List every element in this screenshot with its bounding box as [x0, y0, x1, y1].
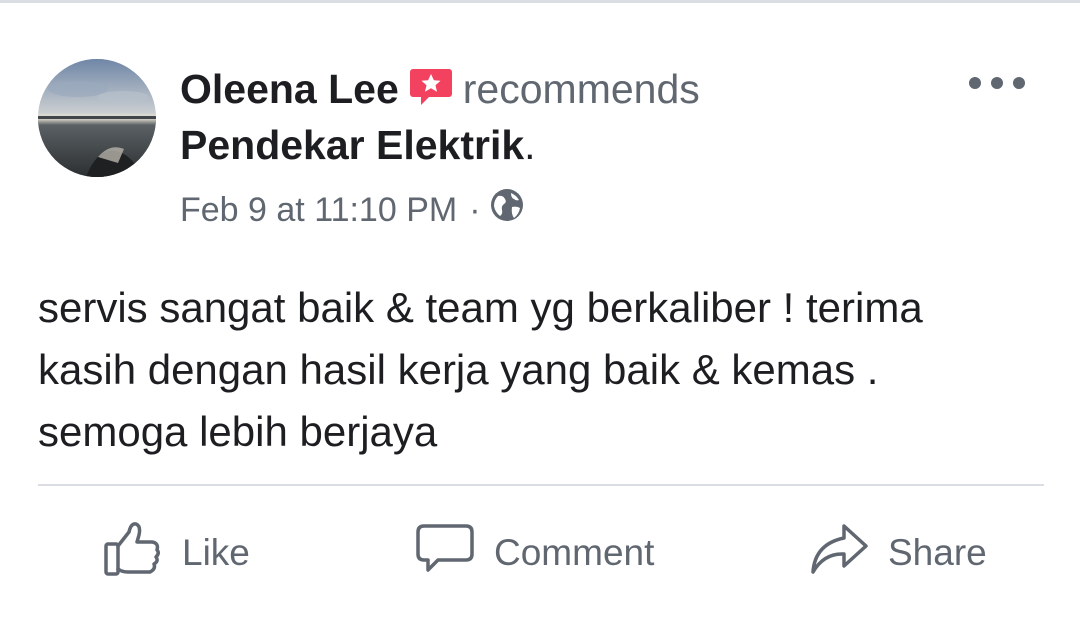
action-divider	[38, 484, 1044, 486]
like-button[interactable]: Like	[102, 518, 250, 588]
share-arrow-icon	[808, 518, 870, 589]
more-dot-icon	[969, 77, 981, 89]
recommend-star-icon	[409, 67, 453, 119]
comment-label: Comment	[494, 532, 655, 573]
more-options-button[interactable]	[969, 69, 1025, 97]
share-button[interactable]: Share	[808, 518, 987, 588]
more-dot-icon	[991, 77, 1003, 89]
author-name[interactable]: Oleena Lee	[180, 66, 399, 112]
like-label: Like	[182, 532, 250, 573]
post-body-line: servis sangat baik & team yg berkaliber …	[38, 284, 923, 331]
post-body-line: semoga lebih berjaya	[38, 408, 438, 455]
more-dot-icon	[1013, 77, 1025, 89]
page-name[interactable]: Pendekar Elektrik	[180, 122, 524, 168]
post-body-line: kasih dengan hasil kerja yang baik & kem…	[38, 346, 879, 393]
avatar[interactable]	[38, 59, 156, 177]
post-timestamp[interactable]: Feb 9 at 11:10 PM	[180, 189, 457, 231]
recommended-page: Pendekar Elektrik.	[180, 119, 536, 171]
thumbs-up-icon	[102, 518, 164, 589]
post-body: servis sangat baik & team yg berkaliber …	[38, 277, 1048, 463]
meta-separator: ·	[469, 191, 481, 229]
globe-icon[interactable]	[489, 187, 525, 233]
post-header: Oleena Lee recommends	[180, 63, 700, 119]
avatar-photo	[38, 59, 156, 177]
share-label: Share	[888, 532, 987, 573]
comment-bubble-icon	[414, 518, 476, 589]
post-meta: Feb 9 at 11:10 PM ·	[180, 187, 525, 233]
page-suffix: .	[524, 122, 536, 168]
comment-button[interactable]: Comment	[414, 518, 654, 588]
recommends-text: recommends	[462, 66, 700, 112]
post-card: Oleena Lee recommends Pendekar Elektrik.…	[0, 0, 1080, 627]
